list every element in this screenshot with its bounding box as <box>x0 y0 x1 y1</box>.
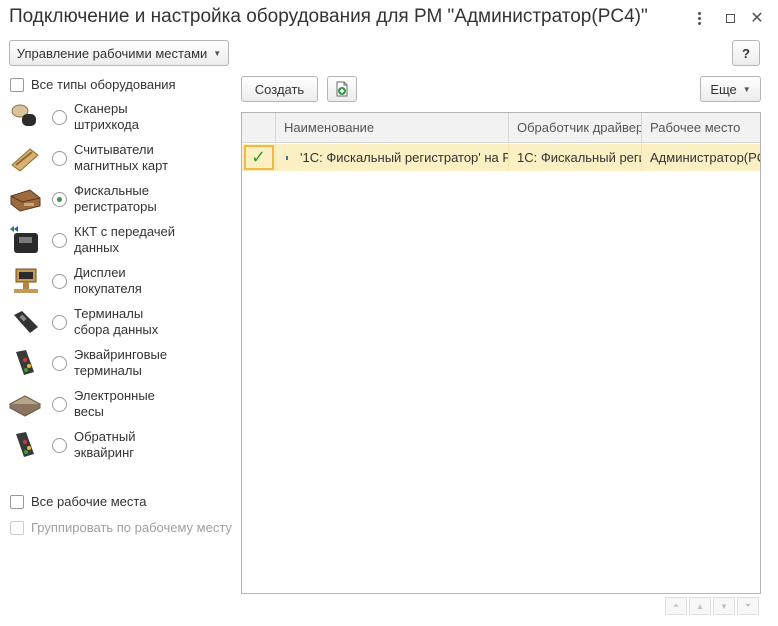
equipment-type-option[interactable]: Электронные весы <box>8 385 184 423</box>
group-by-workplace-label: Группировать по рабочему месту <box>31 520 232 535</box>
checkbox-box[interactable] <box>10 77 24 92</box>
column-header-driver[interactable]: Обработчик драйвера <box>509 113 642 142</box>
equipment-type-label-line1: Фискальные <box>74 183 149 198</box>
radio-selected-dot <box>57 196 62 202</box>
equipment-type-label-line1: Терминалы <box>74 306 144 321</box>
radio-button[interactable] <box>52 355 67 371</box>
scroll-top-icon[interactable]: ⏶ <box>665 597 687 615</box>
all-equipment-types-checkbox[interactable]: Все типы оборудования <box>10 77 176 92</box>
equipment-type-label-line2: штрихкода <box>74 117 139 132</box>
checkbox-box[interactable] <box>10 494 24 509</box>
scroll-bottom-icon[interactable]: ⏷ <box>737 597 759 615</box>
radio-button[interactable] <box>52 437 67 453</box>
chevron-down-icon: ▼ <box>742 84 751 94</box>
acquiring-terminal-icon <box>8 348 42 378</box>
device-state-icon <box>286 155 288 160</box>
equipment-type-label-line1: Электронные <box>74 388 155 403</box>
scroll-down-icon[interactable]: ▼ <box>713 597 735 615</box>
window-title: Подключение и настройка оборудования для… <box>9 6 648 27</box>
radio-button[interactable] <box>52 150 67 166</box>
all-workplaces-label: Все рабочие места <box>31 494 147 509</box>
manage-workplaces-button[interactable]: Управление рабочими местами ▼ <box>9 40 229 66</box>
equipment-type-label-line1: ККТ с передачей <box>74 224 176 239</box>
checkbox-box <box>10 520 24 535</box>
copy-button[interactable] <box>327 76 357 102</box>
equipment-type-option[interactable]: Обратный эквайринг <box>8 426 184 464</box>
equipment-type-option[interactable]: Сканеры штрихкода <box>8 98 184 136</box>
equipment-type-label-line1: Эквайринговые <box>74 347 168 362</box>
radio-button[interactable] <box>52 314 67 330</box>
all-equipment-types-label: Все типы оборудования <box>31 77 176 92</box>
equipment-type-label-line1: Обратный <box>74 429 136 444</box>
all-workplaces-checkbox[interactable]: Все рабочие места <box>10 494 146 509</box>
column-header-workplace[interactable]: Рабочее место <box>642 113 760 142</box>
equipment-type-label: Считыватели магнитных карт <box>74 142 184 174</box>
scroll-up-icon[interactable]: ▲ <box>689 597 711 615</box>
row-name-text: '1С: Фискальный регистратор' на РС4 <box>300 150 509 165</box>
equipment-type-label: Электронные весы <box>74 388 184 420</box>
equipment-type-label-line1: Дисплеи <box>74 265 126 280</box>
scales-icon <box>8 389 42 419</box>
equipment-type-label-line1: Считыватели <box>74 142 154 157</box>
equipment-type-label: Обратный эквайринг <box>74 429 184 461</box>
radio-button[interactable] <box>52 273 67 289</box>
row-workplace-cell[interactable]: Администратор(PC4) <box>642 144 760 171</box>
table-navigation: ⏶ ▲ ▼ ⏷ <box>665 597 759 615</box>
close-icon[interactable]: ✕ <box>746 8 768 28</box>
equipment-type-label-line2: терминалы <box>74 363 142 378</box>
equipment-type-label-line2: регистраторы <box>74 199 157 214</box>
chevron-down-icon: ▼ <box>213 48 222 58</box>
reverse-acquiring-icon <box>8 430 42 460</box>
help-button[interactable]: ? <box>732 40 760 66</box>
table-header: Наименование Обработчик драйвера Рабочее… <box>242 113 760 143</box>
equipment-type-label-line2: покупателя <box>74 281 142 296</box>
equipment-type-label: Сканеры штрихкода <box>74 101 184 133</box>
equipment-type-label: Терминалы сбора данных <box>74 306 184 338</box>
radio-button[interactable] <box>52 396 67 412</box>
equipment-type-label-line2: весы <box>74 404 104 419</box>
data-terminal-icon <box>8 307 42 337</box>
equipment-type-option[interactable]: Фискальные регистраторы <box>8 180 184 218</box>
row-name-cell[interactable]: '1С: Фискальный регистратор' на РС4 <box>276 144 509 171</box>
equipment-type-option[interactable]: Дисплеи покупателя <box>8 262 184 300</box>
copy-icon <box>336 81 348 97</box>
radio-button[interactable] <box>52 109 67 125</box>
equipment-type-label: Эквайринговые терминалы <box>74 347 184 379</box>
equipment-type-label-line2: данных <box>74 240 120 255</box>
customer-display-icon <box>8 266 42 296</box>
row-check-cell[interactable]: ✓ <box>242 144 276 171</box>
equipment-type-label: Дисплеи покупателя <box>74 265 184 297</box>
equipment-type-label-line2: сбора данных <box>74 322 159 337</box>
equipment-type-option[interactable]: Эквайринговые терминалы <box>8 344 184 382</box>
equipment-type-label: ККТ с передачей данных <box>74 224 184 256</box>
equipment-type-option[interactable]: Считыватели магнитных карт <box>8 139 184 177</box>
card-reader-icon <box>8 143 42 173</box>
radio-button[interactable] <box>52 191 67 207</box>
more-actions-label: Еще <box>710 81 737 97</box>
row-driver-cell[interactable]: 1С: Фискальный регистратор <box>509 144 642 171</box>
equipment-type-option[interactable]: Терминалы сбора данных <box>8 303 184 341</box>
equipment-type-label-line1: Сканеры <box>74 101 128 116</box>
equipment-type-label-line2: магнитных карт <box>74 158 169 173</box>
more-actions-button[interactable]: Еще ▼ <box>700 76 761 102</box>
manage-workplaces-label: Управление рабочими местами <box>16 45 208 61</box>
column-header-check[interactable] <box>242 113 276 142</box>
vertical-dots-icon[interactable] <box>688 8 710 28</box>
equipment-type-option[interactable]: ККТ с передачей данных <box>8 221 184 259</box>
radio-button[interactable] <box>52 232 67 248</box>
barcode-scanner-icon <box>8 102 42 132</box>
equipment-table: Наименование Обработчик драйвера Рабочее… <box>241 112 761 594</box>
equipment-type-label: Фискальные регистраторы <box>74 183 184 215</box>
group-by-workplace-checkbox: Группировать по рабочему месту <box>10 520 232 535</box>
column-header-name[interactable]: Наименование <box>276 113 509 142</box>
checkmark-icon: ✓ <box>250 147 267 167</box>
fiscal-register-icon <box>8 184 42 214</box>
equipment-type-label-line2: эквайринг <box>74 445 134 460</box>
maximize-icon[interactable] <box>719 8 741 28</box>
kkt-icon <box>8 225 42 255</box>
table-row[interactable]: ✓ '1С: Фискальный регистратор' на РС4 1С… <box>242 144 760 171</box>
create-button[interactable]: Создать <box>241 76 318 102</box>
